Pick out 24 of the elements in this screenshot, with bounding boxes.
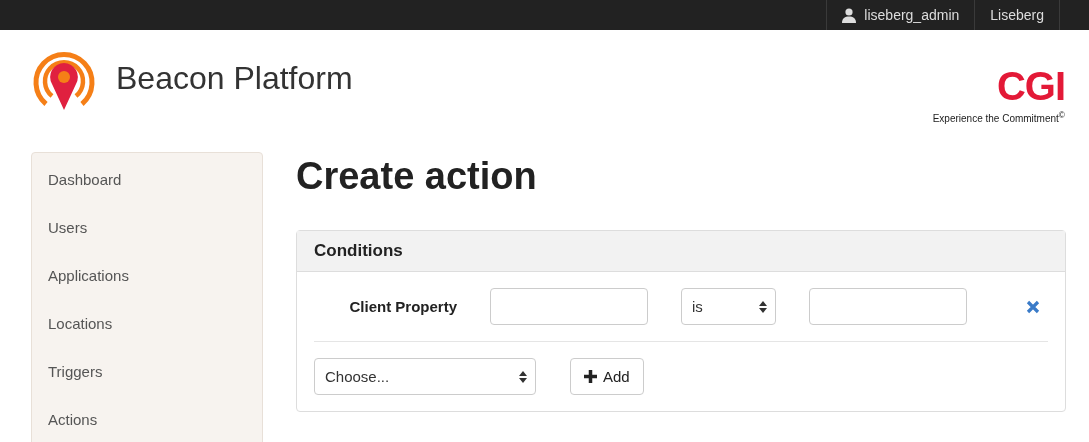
sidebar-item[interactable]: Triggers [32, 349, 262, 397]
condition-label: Client Property [348, 298, 458, 315]
add-button[interactable]: Add [570, 358, 644, 395]
organization-link[interactable]: Liseberg [974, 0, 1060, 30]
user-menu[interactable]: liseberg_admin [826, 0, 975, 30]
sidebar-item[interactable]: Actions [32, 397, 262, 442]
select-arrows-icon [519, 370, 527, 383]
value-field[interactable] [809, 288, 967, 325]
sidebar-item[interactable]: Users [32, 205, 262, 253]
condition-select[interactable]: Choose... [314, 358, 536, 395]
page-heading: Create action [296, 154, 538, 198]
property-field[interactable] [490, 288, 648, 325]
sidebar-item[interactable]: Applications [32, 253, 262, 301]
remove-icon[interactable] [1026, 299, 1040, 314]
brand-tagline: Experience the Commitment$^{©}$ [932, 110, 1065, 125]
sidebar-item[interactable]: Locations [32, 301, 262, 349]
brand-logo: CGI [996, 68, 1065, 104]
plus-icon [584, 370, 597, 383]
panel-title: Conditions [297, 231, 1065, 272]
app-title: Beacon Platform [116, 60, 353, 97]
select-arrows-icon [759, 300, 767, 313]
operator-select[interactable]: is [681, 288, 776, 325]
user-icon [842, 7, 857, 23]
sidebar-item[interactable]: Dashboard [32, 157, 262, 205]
